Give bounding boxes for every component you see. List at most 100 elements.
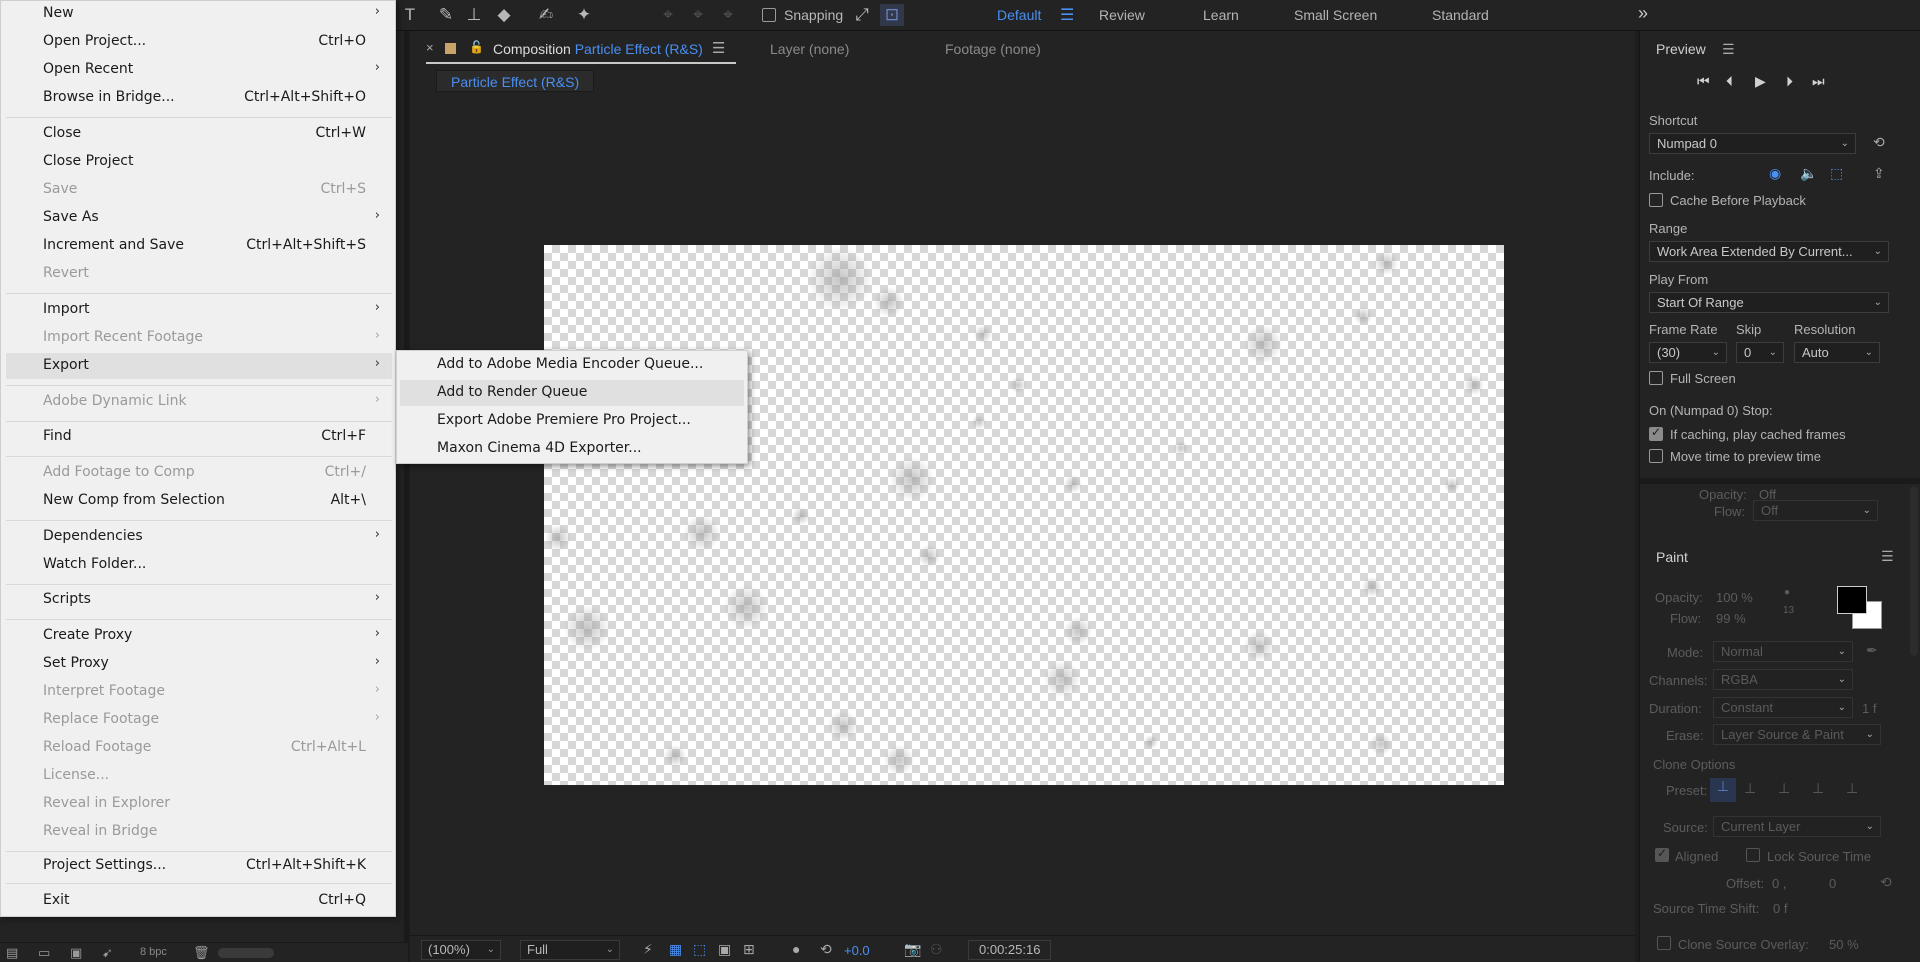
- menu-item-new-comp-selection[interactable]: New Comp from Selection Alt+\: [6, 488, 392, 514]
- play-from-dropdown[interactable]: Start Of Range ⌄: [1649, 292, 1889, 313]
- clone-preset-2-icon[interactable]: ⊥: [1744, 780, 1756, 797]
- axis-world-icon[interactable]: ⌖: [686, 4, 710, 26]
- menu-item-set-proxy[interactable]: Set Proxy ›: [6, 651, 392, 677]
- export-preview-icon[interactable]: ⇪: [1873, 165, 1885, 182]
- grid-guides-icon[interactable]: ⊞: [743, 941, 755, 958]
- clone-preset-5-icon[interactable]: ⊥: [1846, 780, 1858, 797]
- menu-item-dynamic-link[interactable]: Adobe Dynamic Link ›: [6, 389, 392, 415]
- brush-tip-icon[interactable]: ●: [1784, 587, 1790, 598]
- full-screen-checkbox[interactable]: [1649, 371, 1663, 385]
- snapshot-icon[interactable]: 📷: [904, 941, 921, 958]
- menu-item-dependencies[interactable]: Dependencies ›: [6, 524, 392, 550]
- fast-preview-icon[interactable]: ⚡: [643, 941, 653, 958]
- clone-preset-3-icon[interactable]: ⊥: [1778, 780, 1790, 797]
- new-folder-icon[interactable]: ▭: [38, 945, 50, 961]
- puppet-pin-tool-icon[interactable]: ✦: [572, 4, 596, 26]
- interpret-footage-icon[interactable]: ▤: [6, 945, 18, 961]
- clone-source-overlay-value[interactable]: 50 %: [1829, 937, 1859, 952]
- menu-item-find[interactable]: Find Ctrl+F: [6, 424, 392, 450]
- preview-menu-icon[interactable]: ☰: [1722, 41, 1735, 58]
- workspace-menu-icon[interactable]: ☰: [1060, 5, 1074, 25]
- adjust-project-icon[interactable]: ➹: [102, 945, 113, 961]
- frame-rate-dropdown[interactable]: (30) ⌄: [1649, 342, 1727, 363]
- clone-source-dropdown[interactable]: Current Layer ⌄: [1713, 816, 1881, 837]
- menu-item-create-proxy[interactable]: Create Proxy ›: [6, 623, 392, 649]
- submenu-item-ame-queue[interactable]: Add to Adobe Media Encoder Queue...: [400, 352, 744, 378]
- close-tab-icon[interactable]: ×: [426, 40, 434, 55]
- current-time[interactable]: 0:00:25:16: [968, 940, 1052, 960]
- reset-offset-icon[interactable]: ⟲: [1880, 874, 1892, 891]
- shortcut-dropdown[interactable]: Numpad 0 ⌄: [1649, 133, 1856, 154]
- type-tool-icon[interactable]: T: [398, 4, 422, 26]
- play-cached-frames-checkbox[interactable]: [1649, 425, 1663, 441]
- channel-icon[interactable]: ●: [792, 941, 800, 957]
- include-overlays-icon[interactable]: ⬚: [1830, 165, 1843, 182]
- menu-item-close-project[interactable]: Close Project: [6, 149, 392, 175]
- menu-item-project-settings[interactable]: Project Settings... Ctrl+Alt+Shift+K: [6, 853, 392, 879]
- previous-frame-icon[interactable]: ⏴: [1726, 73, 1733, 90]
- paint-erase-dropdown[interactable]: Layer Source & Paint ⌄: [1713, 724, 1881, 745]
- submenu-item-render-queue[interactable]: Add to Render Queue: [400, 380, 744, 406]
- paint-channels-dropdown[interactable]: RGBA ⌄: [1713, 669, 1853, 690]
- panel-separator[interactable]: [1640, 478, 1920, 484]
- menu-item-open-recent[interactable]: Open Recent ›: [6, 57, 392, 83]
- menu-item-scripts[interactable]: Scripts ›: [6, 587, 392, 613]
- axis-local-icon[interactable]: ⌖: [656, 4, 680, 26]
- menu-item-import[interactable]: Import ›: [6, 297, 392, 323]
- safe-margins-icon[interactable]: ▣: [718, 941, 731, 958]
- menu-item-import-recent[interactable]: Import Recent Footage ›: [6, 325, 392, 351]
- reset-exposure-icon[interactable]: ⟲: [820, 941, 832, 958]
- workspace-learn[interactable]: Learn: [1203, 7, 1239, 23]
- first-frame-icon[interactable]: ⏮: [1697, 73, 1710, 90]
- eraser-tool-icon[interactable]: ◆: [492, 4, 516, 26]
- last-frame-icon[interactable]: ⏭: [1812, 73, 1825, 90]
- lock-source-time-checkbox[interactable]: [1746, 848, 1760, 862]
- offset-x-value[interactable]: 0 ,: [1772, 876, 1786, 891]
- workspace-default[interactable]: Default: [997, 7, 1041, 23]
- lock-icon[interactable]: 🔓: [469, 40, 484, 54]
- menu-item-export[interactable]: Export ›: [6, 353, 392, 379]
- thumbnail-size-slider[interactable]: [218, 948, 274, 958]
- menu-item-revert[interactable]: Revert: [6, 261, 392, 287]
- workspace-standard[interactable]: Standard: [1432, 7, 1489, 23]
- menu-item-add-footage[interactable]: Add Footage to Comp Ctrl+/: [6, 460, 392, 486]
- snap-features-icon[interactable]: ⊡: [880, 4, 904, 26]
- magnification-dropdown[interactable]: (100%) ⌄: [421, 940, 501, 960]
- include-video-icon[interactable]: ◉: [1769, 165, 1781, 182]
- workspace-review[interactable]: Review: [1099, 7, 1145, 23]
- menu-item-reveal-bridge[interactable]: Reveal in Bridge: [6, 819, 392, 845]
- tab-composition[interactable]: Composition Particle Effect (R&S): [493, 41, 703, 57]
- paint-duration-frames[interactable]: 1 f: [1862, 701, 1876, 716]
- menu-item-save-as[interactable]: Save As ›: [6, 205, 392, 231]
- paint-opacity-value[interactable]: 100 %: [1716, 590, 1753, 605]
- paint-mode-dropdown[interactable]: Normal ⌄: [1713, 641, 1853, 662]
- roto-brush-tool-icon[interactable]: ✍: [534, 4, 558, 26]
- snap-edges-icon[interactable]: ⤢: [850, 4, 874, 26]
- move-time-checkbox[interactable]: [1649, 449, 1663, 463]
- bit-depth-label[interactable]: 8 bpc: [140, 946, 167, 958]
- foreground-color-swatch[interactable]: [1837, 586, 1867, 614]
- hidden-flow-dropdown[interactable]: Off ⌄: [1753, 500, 1878, 521]
- menu-item-interpret-footage[interactable]: Interpret Footage ›: [6, 679, 392, 705]
- cache-before-playback-checkbox[interactable]: [1649, 193, 1663, 207]
- show-snapshot-icon[interactable]: ⚇: [930, 941, 943, 958]
- menu-item-reload-footage[interactable]: Reload Footage Ctrl+Alt+L: [6, 735, 392, 761]
- next-frame-icon[interactable]: ⏵: [1786, 73, 1793, 90]
- menu-item-reveal-explorer[interactable]: Reveal in Explorer: [6, 791, 392, 817]
- reset-icon[interactable]: ⟲: [1873, 134, 1885, 151]
- skip-dropdown[interactable]: 0 ⌄: [1736, 342, 1784, 363]
- panel-menu-icon[interactable]: ☰: [712, 39, 725, 57]
- menu-item-save[interactable]: Save Ctrl+S: [6, 177, 392, 203]
- resolution-dropdown[interactable]: Full ⌄: [520, 940, 620, 960]
- transparency-grid-icon[interactable]: ▦: [669, 941, 682, 958]
- tab-footage[interactable]: Footage (none): [945, 41, 1041, 57]
- menu-item-license[interactable]: License...: [6, 763, 392, 789]
- axis-view-icon[interactable]: ⌖: [716, 4, 740, 26]
- menu-item-exit[interactable]: Exit Ctrl+Q: [6, 888, 392, 914]
- new-composition-icon[interactable]: ▣: [70, 945, 82, 961]
- clone-preset-4-icon[interactable]: ⊥: [1812, 780, 1824, 797]
- snapping-checkbox[interactable]: [762, 8, 776, 22]
- panel-divider[interactable]: [404, 31, 409, 962]
- submenu-item-premiere-project[interactable]: Export Adobe Premiere Pro Project...: [400, 408, 744, 434]
- menu-item-open-project[interactable]: Open Project... Ctrl+O: [6, 29, 392, 55]
